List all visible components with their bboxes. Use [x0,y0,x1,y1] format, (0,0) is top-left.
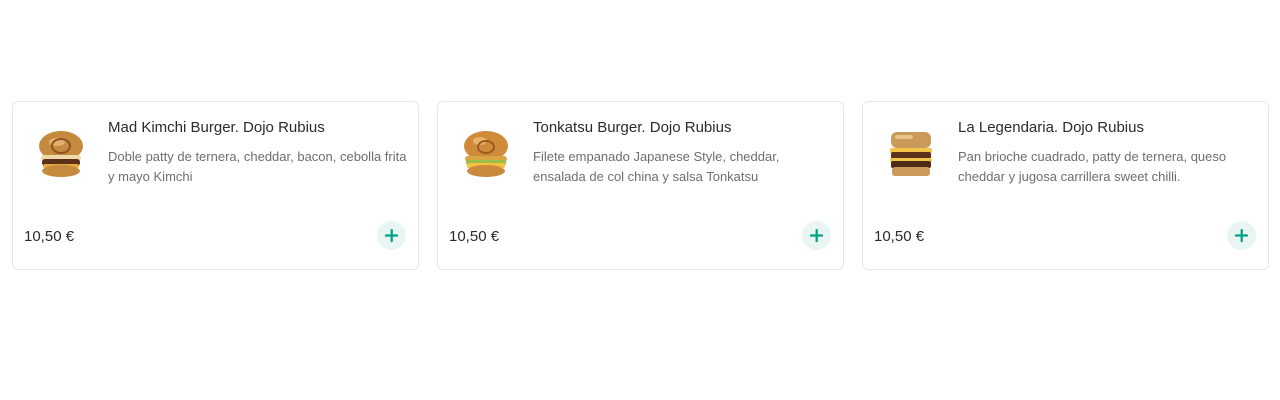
product-card-tonkatsu-burger[interactable]: Tonkatsu Burger. Dojo Rubius Filete empa… [437,101,844,270]
add-to-cart-button[interactable] [1227,221,1256,250]
product-price: 10,50 € [874,228,925,245]
plus-icon [384,228,399,243]
product-price: 10,50 € [24,228,75,245]
product-image [883,126,939,182]
product-card-la-legendaria[interactable]: La Legendaria. Dojo Rubius Pan brioche c… [862,101,1269,270]
burger-photo-icon [464,131,508,177]
product-title: Mad Kimchi Burger. Dojo Rubius [108,119,325,136]
product-title: Tonkatsu Burger. Dojo Rubius [533,119,732,136]
burger-photo-icon [39,131,83,177]
product-title: La Legendaria. Dojo Rubius [958,119,1144,136]
product-list: Mad Kimchi Burger. Dojo Rubius Doble pat… [12,101,1269,270]
product-image [458,126,514,182]
plus-icon [1234,228,1249,243]
product-price: 10,50 € [449,228,500,245]
add-to-cart-button[interactable] [377,221,406,250]
plus-icon [809,228,824,243]
add-to-cart-button[interactable] [802,221,831,250]
product-description: Filete empanado Japanese Style, cheddar,… [533,149,780,184]
product-image [33,126,89,182]
burger-photo-icon [890,132,932,176]
product-card-mad-kimchi-burger[interactable]: Mad Kimchi Burger. Dojo Rubius Doble pat… [12,101,419,270]
product-description: Doble patty de ternera, cheddar, bacon, … [108,149,407,184]
product-description: Pan brioche cuadrado, patty de ternera, … [958,149,1227,184]
